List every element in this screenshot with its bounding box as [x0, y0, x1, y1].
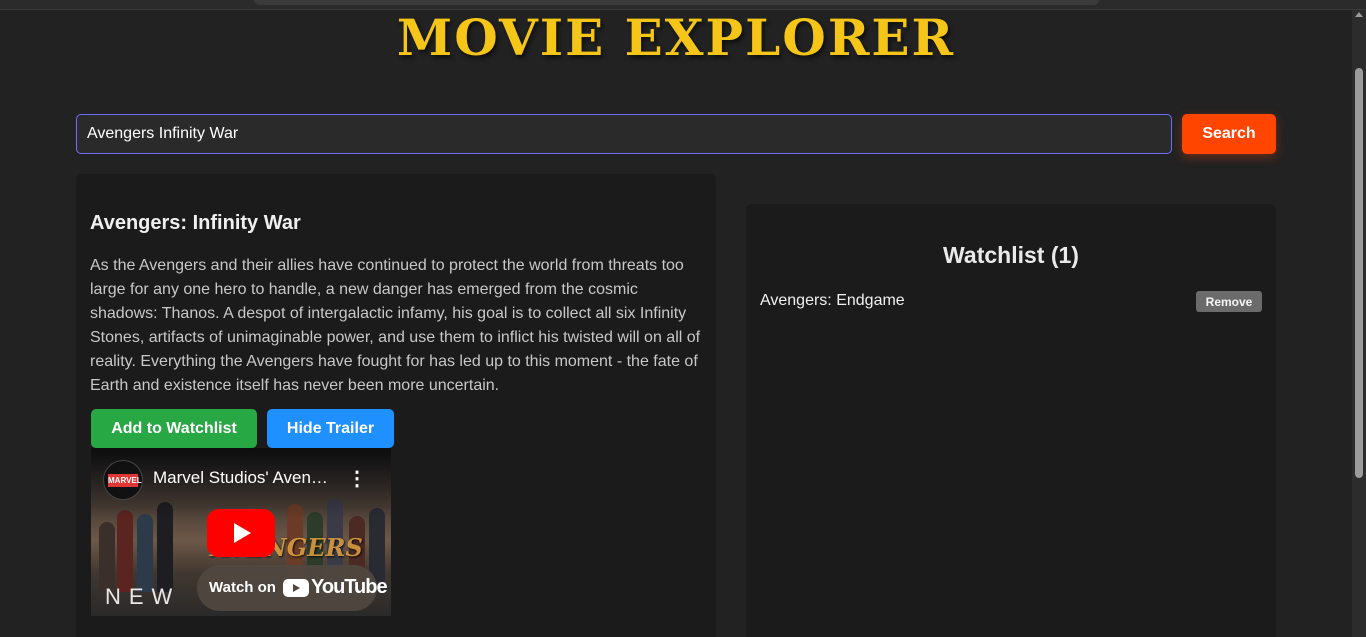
- poster-figure: [137, 514, 153, 592]
- movie-overview: As the Avengers and their allies have co…: [90, 257, 701, 394]
- scrollbar-thumb[interactable]: [1355, 68, 1363, 478]
- youtube-wordmark: YouTube: [311, 576, 388, 598]
- more-options-icon[interactable]: ⋮: [347, 466, 367, 492]
- remove-button[interactable]: Remove: [1196, 291, 1262, 312]
- watchlist-item: Avengers: Endgame Remove: [760, 290, 1262, 312]
- channel-avatar[interactable]: MARVEL: [103, 460, 143, 500]
- watch-on-youtube-button[interactable]: Watch on YouTube: [197, 565, 388, 611]
- youtube-play-icon: [283, 579, 309, 597]
- movie-title: Avengers: Infinity War: [90, 212, 301, 234]
- watchlist-panel: Watchlist (1) Avengers: Endgame Remove: [746, 204, 1276, 637]
- watchlist-item-title: Avengers: Endgame: [760, 292, 905, 309]
- watch-on-label: Watch on: [209, 579, 276, 596]
- search-button[interactable]: Search: [1182, 114, 1276, 154]
- poster-figure: [117, 510, 133, 592]
- trailer-video-player[interactable]: MARVEL Marvel Studios' Avengers: Infinit…: [91, 448, 391, 616]
- play-icon[interactable]: [207, 509, 275, 557]
- video-title[interactable]: Marvel Studios' Avengers: Infinity War: [153, 468, 328, 488]
- marvel-logo-icon: MARVEL: [108, 474, 142, 487]
- page-scrollbar[interactable]: [1352, 10, 1366, 637]
- add-to-watchlist-button[interactable]: Add to Watchlist: [91, 409, 257, 448]
- browser-tab-strip: [254, 0, 1099, 5]
- scroll-up-arrow-icon[interactable]: [1355, 12, 1363, 17]
- poster-figure: [99, 522, 115, 592]
- movie-details-panel: Avengers: Infinity War As the Avengers a…: [76, 174, 716, 637]
- poster-caption: NEW: [105, 584, 181, 609]
- hide-trailer-button[interactable]: Hide Trailer: [267, 409, 394, 448]
- search-input[interactable]: [76, 114, 1172, 154]
- watchlist-heading: Watchlist (1): [943, 242, 1079, 268]
- app-title: MOVIE EXPLORER: [396, 8, 956, 67]
